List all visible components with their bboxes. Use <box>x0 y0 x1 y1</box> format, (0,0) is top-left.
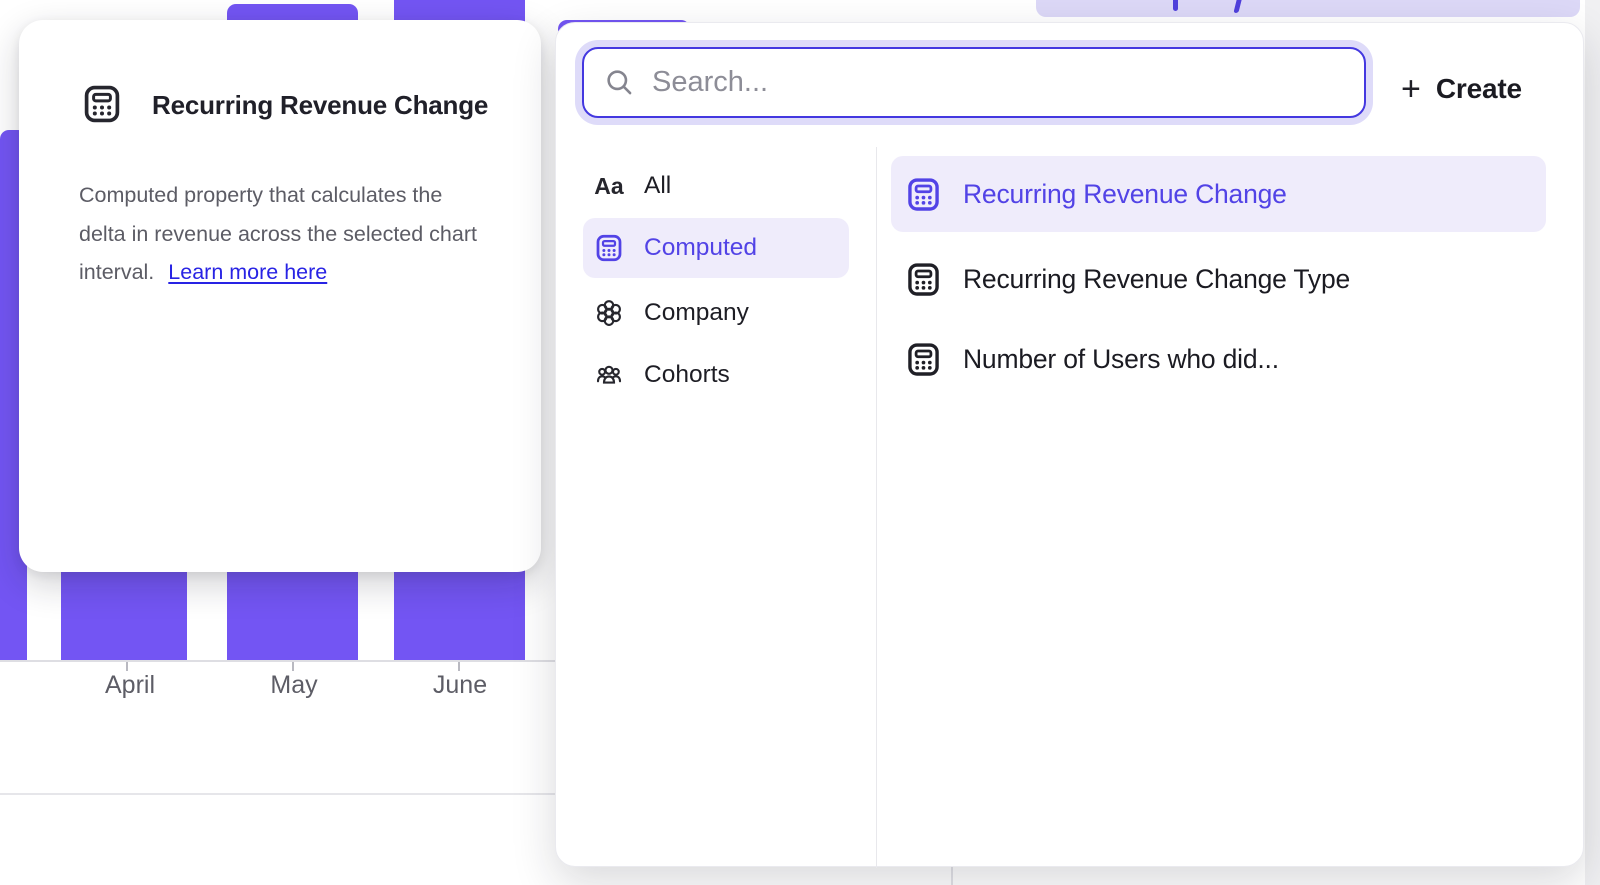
cohorts-people-icon <box>594 360 624 390</box>
filter-item-label: Company <box>644 299 749 327</box>
filter-item-label: All <box>644 172 671 200</box>
result-item-label: Number of Users who did... <box>963 344 1279 375</box>
x-axis-tick <box>458 662 460 671</box>
app-screen: { "colors": { "bar_purple": "#7355F3", "… <box>0 0 1600 885</box>
chip-text-fragment <box>1173 0 1178 11</box>
tooltip-title: Recurring Revenue Change <box>152 90 488 121</box>
modal-column-divider <box>876 147 877 868</box>
property-tooltip-card: Recurring Revenue Change Computed proper… <box>19 20 541 572</box>
create-button[interactable]: + Create <box>1401 69 1522 109</box>
x-axis-label: June <box>405 671 515 700</box>
result-item[interactable]: Recurring Revenue Change Type <box>891 241 1546 317</box>
result-item[interactable]: Recurring Revenue Change <box>891 156 1546 232</box>
search-icon <box>604 67 635 98</box>
learn-more-link[interactable]: Learn more here <box>168 260 327 284</box>
page-background-edge <box>1585 0 1600 885</box>
result-item-label: Recurring Revenue Change <box>963 179 1287 210</box>
filter-item-label: Cohorts <box>644 361 730 389</box>
tooltip-description-line: delta in revenue across the selected cha… <box>79 215 535 254</box>
result-item-label: Recurring Revenue Change Type <box>963 264 1350 295</box>
result-item[interactable]: Number of Users who did... <box>891 321 1546 397</box>
text-aa-icon: Aa <box>594 171 624 201</box>
create-button-label: Create <box>1436 73 1522 105</box>
x-axis-label: May <box>239 671 349 700</box>
property-picker-modal: + Create Aa All Computed <box>555 22 1584 867</box>
calculator-icon <box>594 233 624 263</box>
calculator-icon <box>905 176 942 213</box>
highlighted-property-chip <box>1036 0 1580 17</box>
calculator-icon <box>81 83 123 125</box>
x-axis-line <box>0 660 556 662</box>
filter-item-computed[interactable]: Computed <box>583 218 849 278</box>
calculator-icon <box>905 341 942 378</box>
chip-text-fragment <box>1233 0 1241 13</box>
company-cluster-icon <box>594 298 624 328</box>
filter-item-label: Computed <box>644 234 757 262</box>
search-input[interactable] <box>652 66 1344 99</box>
calculator-icon <box>905 261 942 298</box>
x-axis-label: April <box>75 671 185 700</box>
x-axis-tick <box>292 662 294 671</box>
plus-icon: + <box>1401 71 1421 107</box>
filter-item-company[interactable]: Company <box>583 283 849 343</box>
filter-item-all[interactable]: Aa All <box>583 156 849 216</box>
x-axis-tick <box>126 662 128 671</box>
tooltip-description-line: interval.Learn more here <box>79 253 535 292</box>
search-box[interactable] <box>582 47 1366 118</box>
tooltip-description-line: Computed property that calculates the <box>79 176 535 215</box>
filter-item-cohorts[interactable]: Cohorts <box>583 345 849 405</box>
panel-divider-line <box>0 793 556 795</box>
tooltip-description: Computed property that calculates the de… <box>79 176 535 292</box>
